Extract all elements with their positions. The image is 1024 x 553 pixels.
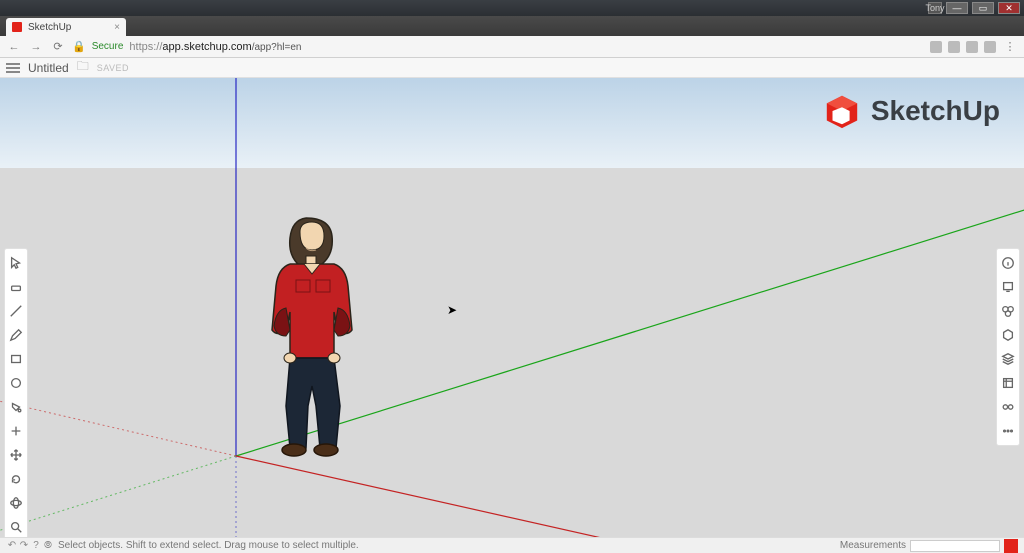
extension-icon[interactable] [930, 41, 942, 53]
saved-status: SAVED [97, 63, 129, 73]
sketchup-logo-icon [823, 92, 861, 130]
right-tool-dock [996, 248, 1020, 446]
status-bar: ↶ ↷ ? ⦾ Select objects. Shift to extend … [0, 537, 1024, 553]
pushpull-tool-icon[interactable] [8, 423, 24, 439]
eraser-tool-icon[interactable] [8, 279, 24, 295]
os-title-bar: Tony — ▭ ✕ [0, 0, 1024, 16]
left-tool-dock [4, 248, 28, 537]
rectangle-tool-icon[interactable] [8, 351, 24, 367]
back-button[interactable]: ← [6, 41, 22, 53]
help-icon[interactable]: ? [30, 540, 42, 552]
forward-button[interactable]: → [28, 41, 44, 53]
browser-tab-title: SketchUp [28, 22, 71, 33]
scene-svg [0, 78, 1024, 537]
mouse-cursor-icon: ➤ [447, 303, 457, 317]
os-tray-user: Tony [928, 2, 942, 14]
move-tool-icon[interactable] [8, 447, 24, 463]
circle-tool-icon[interactable] [8, 375, 24, 391]
panel-scenes-icon[interactable] [1000, 375, 1016, 391]
sketchup-corner-icon[interactable] [1004, 539, 1018, 553]
lock-icon: 🔒 [72, 40, 86, 53]
browser-toolbar: ← → ⟳ 🔒 Secure https://app.sketchup.com/… [0, 36, 1024, 58]
panel-more-icon[interactable] [1000, 423, 1016, 439]
secure-label: Secure [92, 41, 124, 52]
panel-info-icon[interactable] [1000, 255, 1016, 271]
url-domain: app.sketchup.com [162, 41, 251, 53]
browser-extension-icons [930, 41, 996, 53]
axis-x-negative [0, 392, 236, 456]
extension-icon[interactable] [948, 41, 960, 53]
redo-icon[interactable]: ↷ [18, 540, 30, 552]
measurements-label: Measurements [840, 540, 906, 551]
address-bar[interactable]: https://app.sketchup.com/app?hl=en [129, 41, 301, 53]
os-close-button[interactable]: ✕ [998, 2, 1020, 14]
browser-chrome: SketchUp × ← → ⟳ 🔒 Secure https://app.sk… [0, 16, 1024, 58]
model-viewport[interactable]: ➤ SketchUp [0, 78, 1024, 537]
sketchup-logo-text: SketchUp [871, 95, 1000, 127]
os-minimize-button[interactable]: — [946, 2, 968, 14]
select-tool-icon[interactable] [8, 255, 24, 271]
scale-figure-person [272, 218, 352, 456]
panel-layers-icon[interactable] [1000, 351, 1016, 367]
browser-tab[interactable]: SketchUp × [6, 18, 126, 36]
tab-close-button[interactable]: × [114, 22, 120, 33]
panel-views-icon[interactable] [1000, 399, 1016, 415]
axis-x-positive [236, 456, 780, 537]
measurements-input[interactable] [910, 540, 1000, 552]
url-path: /app?hl=en [252, 42, 302, 53]
folder-icon[interactable]: 🗀 [77, 57, 89, 78]
axis-y-negative [0, 456, 236, 537]
globe-icon[interactable]: ⦾ [42, 540, 54, 552]
undo-icon[interactable]: ↶ [6, 540, 18, 552]
rotate-tool-icon[interactable] [8, 471, 24, 487]
paint-tool-icon[interactable] [8, 399, 24, 415]
sketchup-logo: SketchUp [823, 92, 1000, 130]
hamburger-menu-button[interactable] [6, 63, 20, 73]
status-hint: Select objects. Shift to extend select. … [58, 540, 359, 551]
axis-y-positive [236, 202, 1024, 456]
sketchup-app: Untitled 🗀 SAVED [0, 58, 1024, 553]
os-maximize-button[interactable]: ▭ [972, 2, 994, 14]
panel-materials-icon[interactable] [1000, 327, 1016, 343]
browser-tab-strip: SketchUp × [0, 16, 1024, 36]
line-tool-icon[interactable] [8, 303, 24, 319]
extension-icon[interactable] [966, 41, 978, 53]
app-header: Untitled 🗀 SAVED [0, 58, 1024, 78]
zoom-tool-icon[interactable] [8, 519, 24, 535]
sketchup-favicon-icon [12, 22, 22, 32]
extension-icon[interactable] [984, 41, 996, 53]
panel-display-icon[interactable] [1000, 279, 1016, 295]
pencil-tool-icon[interactable] [8, 327, 24, 343]
reload-button[interactable]: ⟳ [50, 40, 66, 53]
orbit-tool-icon[interactable] [8, 495, 24, 511]
document-title[interactable]: Untitled [28, 61, 69, 75]
panel-colors-icon[interactable] [1000, 303, 1016, 319]
browser-menu-button[interactable]: ⋮ [1002, 40, 1018, 53]
